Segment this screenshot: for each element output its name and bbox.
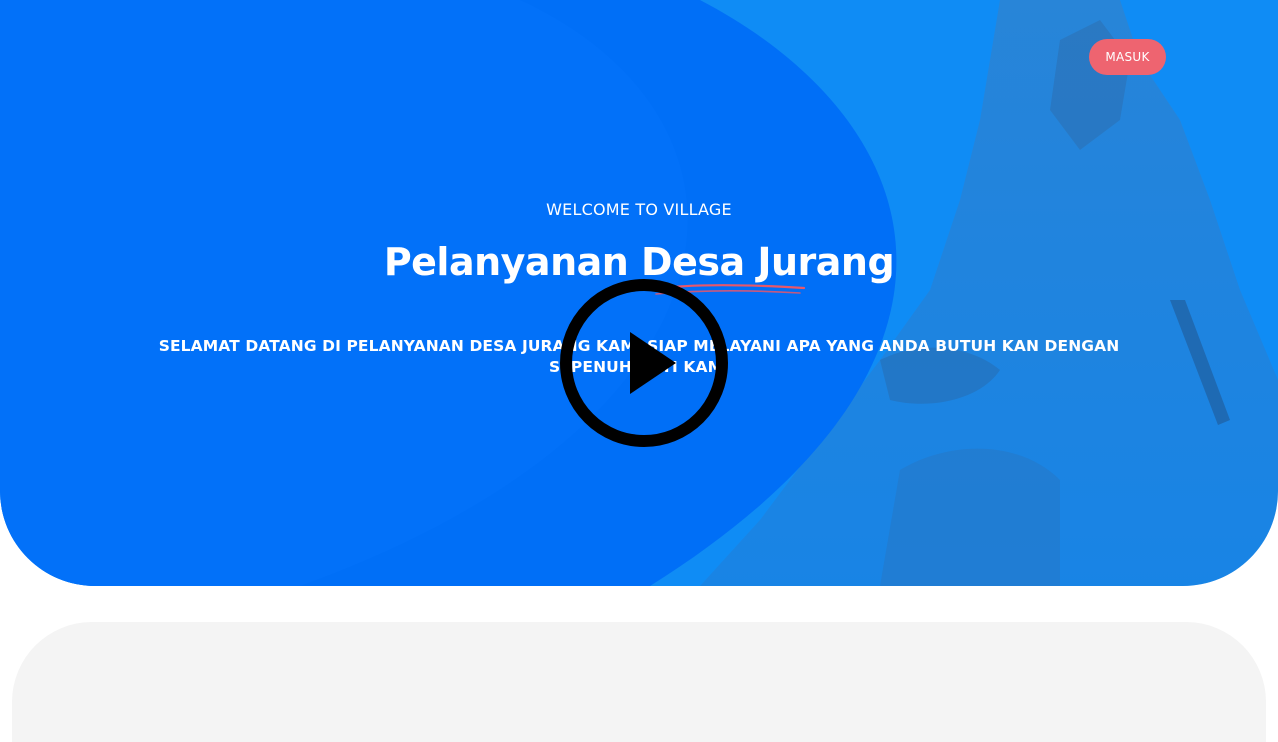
- play-icon: [560, 279, 728, 447]
- hero-content: MASUK WELCOME TO VILLAGE Pelanyanan Desa…: [0, 0, 1278, 586]
- content-panel: [12, 622, 1266, 742]
- hero-section: MASUK WELCOME TO VILLAGE Pelanyanan Desa…: [0, 0, 1278, 586]
- play-video-button[interactable]: [558, 277, 730, 449]
- hero-tagline: WELCOME TO VILLAGE: [546, 200, 732, 219]
- login-button[interactable]: MASUK: [1089, 39, 1166, 75]
